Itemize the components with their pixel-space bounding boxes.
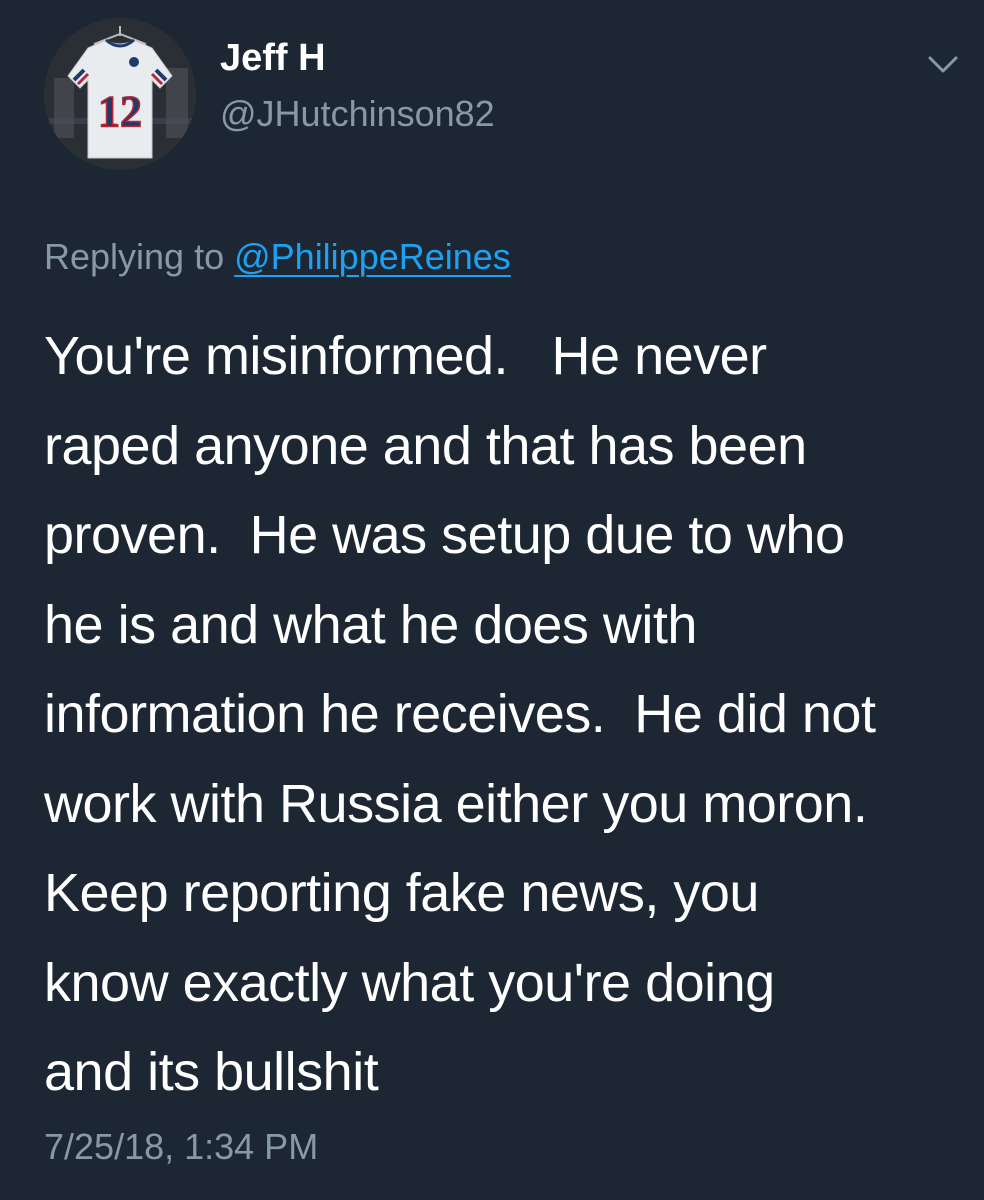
chevron-down-icon: [928, 56, 958, 73]
avatar-jersey-number: 12: [98, 87, 142, 136]
reply-context: Replying to @PhilippeReines: [44, 232, 511, 282]
tweet-text-line: work with Russia either you moron.: [44, 773, 868, 834]
author-handle[interactable]: @JHutchinson82: [220, 92, 495, 136]
reply-context-prefix: Replying to: [44, 236, 235, 277]
tweet-text-line: he is and what he does with: [44, 594, 697, 655]
tweet-text-line: raped anyone and that has been: [44, 415, 807, 476]
author-display-name[interactable]: Jeff H: [220, 36, 326, 80]
tweet-menu-button[interactable]: [918, 48, 968, 82]
tweet-text: You're misinformed. He never raped anyon…: [44, 312, 974, 1118]
tweet-text-line: Keep reporting fake news, you: [44, 863, 759, 923]
tweet-timestamp[interactable]: 7/25/18, 1:34 PM: [44, 1122, 318, 1172]
jersey-avatar-icon: 12: [44, 18, 196, 170]
tweet-text-line: information he receives. He did not: [44, 684, 876, 744]
tweet-text-line: know exactly what you're doing: [44, 952, 775, 1013]
tweet-text-line: proven. He was setup due to who: [44, 505, 845, 565]
user-avatar[interactable]: 12: [44, 18, 196, 170]
reply-mention-link[interactable]: @PhilippeReines: [234, 236, 511, 277]
tweet-detail: 12 Jeff H @JHutchinson82 Replying to @Ph…: [0, 0, 984, 1200]
tweet-text-line: and its bullshit: [44, 1042, 379, 1102]
tweet-text-line: You're misinformed. He never: [44, 326, 767, 386]
